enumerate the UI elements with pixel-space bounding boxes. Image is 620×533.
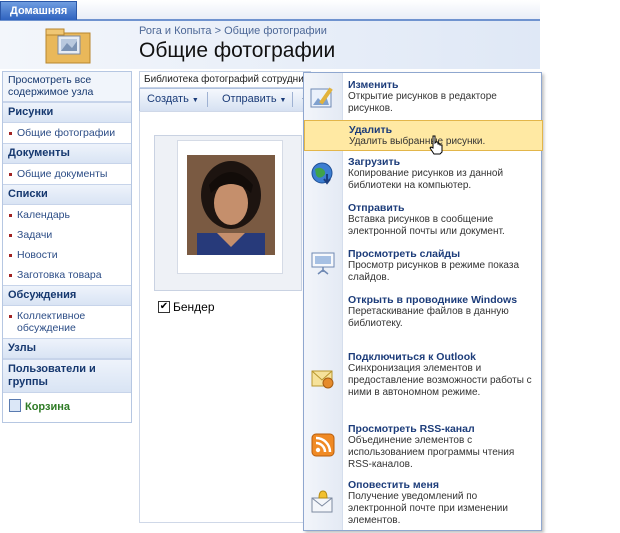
- menu-item-title: Просмотреть RSS-канал: [348, 423, 475, 435]
- menu-item-description: Синхронизация элементов и предоставление…: [348, 363, 532, 398]
- recycle-bin-icon: [9, 399, 21, 412]
- menu-item-slideshow[interactable]: Просмотреть слайды Просмотр рисунков в р…: [304, 246, 541, 290]
- portrait-photo: [187, 155, 275, 255]
- menu-item-title: Просмотреть слайды: [348, 248, 461, 260]
- menu-item-description: Объединение элементов с использованием п…: [348, 435, 515, 470]
- menu-item-delete[interactable]: Удалить Удалить выбранные рисунки.: [304, 120, 543, 151]
- breadcrumb-current[interactable]: Общие фотографии: [224, 25, 327, 37]
- nav-heading-lists[interactable]: Списки: [3, 184, 131, 205]
- nav-heading-documents[interactable]: Документы: [3, 143, 131, 164]
- menu-item-description: Получение уведомлений по электронной поч…: [348, 491, 508, 526]
- menu-item-description: Копирование рисунков из данной библиотек…: [348, 168, 504, 191]
- menu-item-title: Подключиться к Outlook: [348, 351, 476, 363]
- send-menu-button[interactable]: Отправить ▼: [222, 93, 286, 105]
- quick-launch: Просмотреть все содержимое узла Рисунки …: [2, 71, 132, 423]
- nav-item-team-discussion[interactable]: Коллективное обсуждение: [3, 306, 131, 338]
- menu-item-description: Просмотр рисунков в режиме показа слайдо…: [348, 260, 520, 283]
- recycle-bin-label: Корзина: [25, 401, 70, 413]
- site-header: Рога и Копыта > Общие фотографии Общие ф…: [0, 21, 540, 69]
- home-tab[interactable]: Домашняя: [0, 1, 78, 20]
- nav-item-shared-documents[interactable]: Общие документы: [3, 164, 131, 184]
- menu-item-open-explorer[interactable]: Открыть в проводнике Windows Перетаскива…: [304, 292, 541, 347]
- menu-item-title: Оповестить меня: [348, 479, 439, 491]
- slideshow-icon: [311, 252, 335, 275]
- send-label: Отправить: [222, 93, 277, 105]
- nav-item-news[interactable]: Новости: [3, 245, 131, 265]
- nav-heading-sites[interactable]: Узлы: [3, 338, 131, 359]
- menu-item-title: Отправить: [348, 202, 405, 214]
- hand-cursor-icon: [429, 135, 443, 155]
- menu-item-alert-me[interactable]: Оповестить меня Получение уведомлений по…: [304, 477, 541, 529]
- menu-item-download[interactable]: Загрузить Копирование рисунков из данной…: [304, 154, 541, 198]
- menu-item-description: Перетаскивание файлов в данную библиотек…: [348, 306, 509, 329]
- toolbar-divider: [292, 92, 293, 107]
- menu-item-title: Загрузить: [348, 156, 401, 168]
- photo-thumbnail[interactable]: [154, 135, 302, 291]
- nav-heading-pictures[interactable]: Рисунки: [3, 102, 131, 123]
- alert-me-icon: [311, 490, 333, 513]
- menu-item-rss-feed[interactable]: Просмотреть RSS-канал Объединение элемен…: [304, 421, 541, 477]
- recycle-bin-link[interactable]: Корзина: [3, 393, 131, 419]
- photo-card: [177, 140, 283, 274]
- edit-picture-icon: [310, 87, 333, 108]
- library-description: Библиотека фотографий сотруднико: [139, 71, 311, 88]
- site-logo-folder-icon: [45, 28, 91, 64]
- toolbar-divider: [207, 92, 208, 107]
- menu-item-title: Изменить: [348, 79, 399, 91]
- menu-item-title: Открыть в проводнике Windows: [348, 294, 518, 306]
- actions-dropdown-menu: Изменить Открытие рисунков в редакторе р…: [303, 72, 543, 531]
- menu-item-send[interactable]: Отправить Вставка рисунков в сообщение э…: [304, 200, 541, 244]
- menu-item-description: Открытие рисунков в редакторе рисунков.: [348, 91, 497, 114]
- chevron-down-icon: ▼: [191, 97, 199, 104]
- create-label: Создать: [147, 93, 189, 105]
- chevron-down-icon: ▼: [279, 97, 287, 104]
- photo-name-label[interactable]: Бендер: [173, 300, 215, 314]
- photo-select-checkbox[interactable]: ✔: [158, 301, 170, 313]
- nav-item-shared-photos[interactable]: Общие фотографии: [3, 123, 131, 143]
- view-all-content-link[interactable]: Просмотреть все содержимое узла: [3, 72, 131, 102]
- menu-item-edit[interactable]: Изменить Открытие рисунков в редакторе р…: [304, 75, 541, 118]
- download-globe-icon: [311, 162, 333, 185]
- top-nav-bar: Домашняя: [0, 0, 540, 21]
- breadcrumb-site-link[interactable]: Рога и Копыта: [139, 25, 212, 37]
- nav-item-tasks[interactable]: Задачи: [3, 225, 131, 245]
- nav-heading-discussions[interactable]: Обсуждения: [3, 285, 131, 306]
- menu-item-connect-outlook[interactable]: Подключиться к Outlook Синхронизация эле…: [304, 349, 541, 419]
- outlook-icon: [311, 370, 334, 389]
- nav-item-goods-stock[interactable]: Заготовка товара: [3, 265, 131, 285]
- breadcrumb-separator: >: [214, 25, 222, 37]
- nav-item-calendar[interactable]: Календарь: [3, 205, 131, 225]
- rss-icon: [311, 433, 335, 457]
- create-menu-button[interactable]: Создать ▼: [147, 93, 199, 105]
- nav-heading-people-groups[interactable]: Пользователи и группы: [3, 359, 131, 393]
- menu-item-description: Вставка рисунков в сообщение электронной…: [348, 214, 505, 237]
- page-title: Общие фотографии: [139, 39, 336, 62]
- breadcrumb: Рога и Копыта > Общие фотографии: [139, 25, 327, 37]
